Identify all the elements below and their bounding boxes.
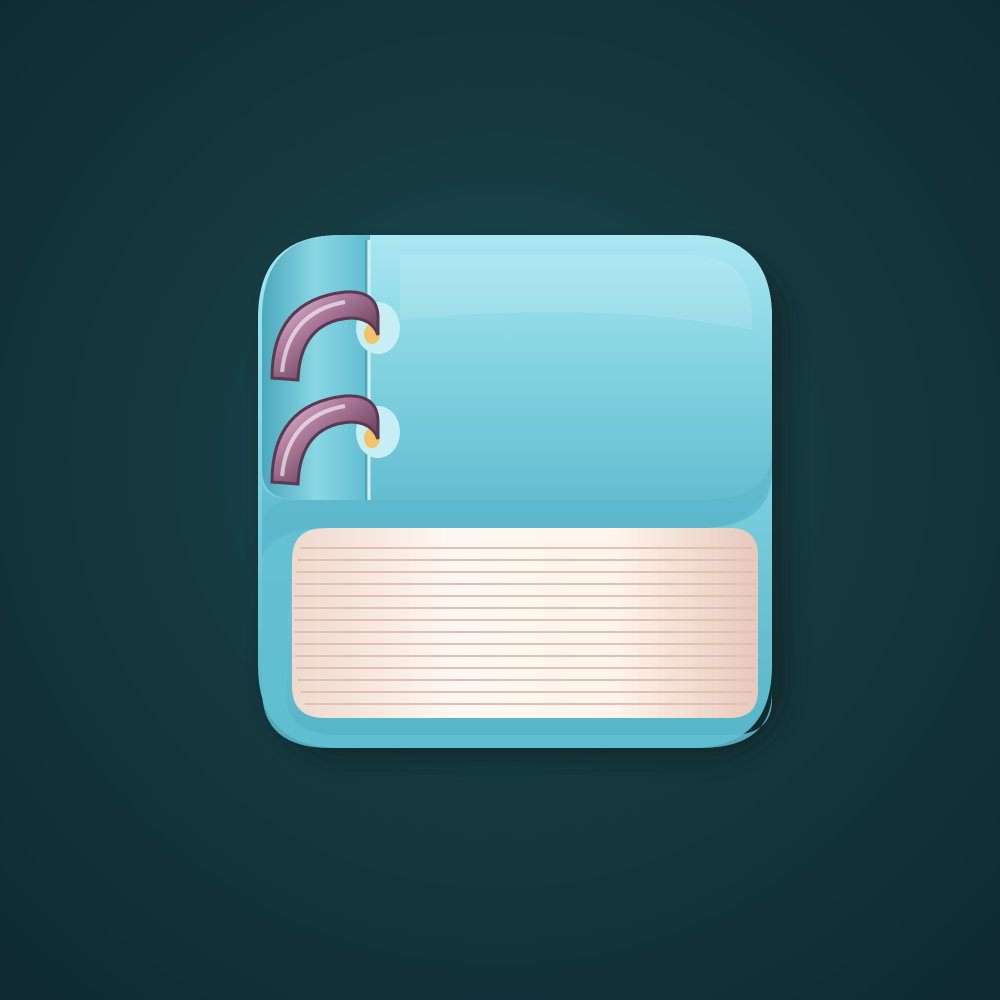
notebook-app-icon	[258, 235, 788, 760]
notebook-pages	[292, 528, 758, 718]
icon-canvas	[0, 0, 1000, 1000]
